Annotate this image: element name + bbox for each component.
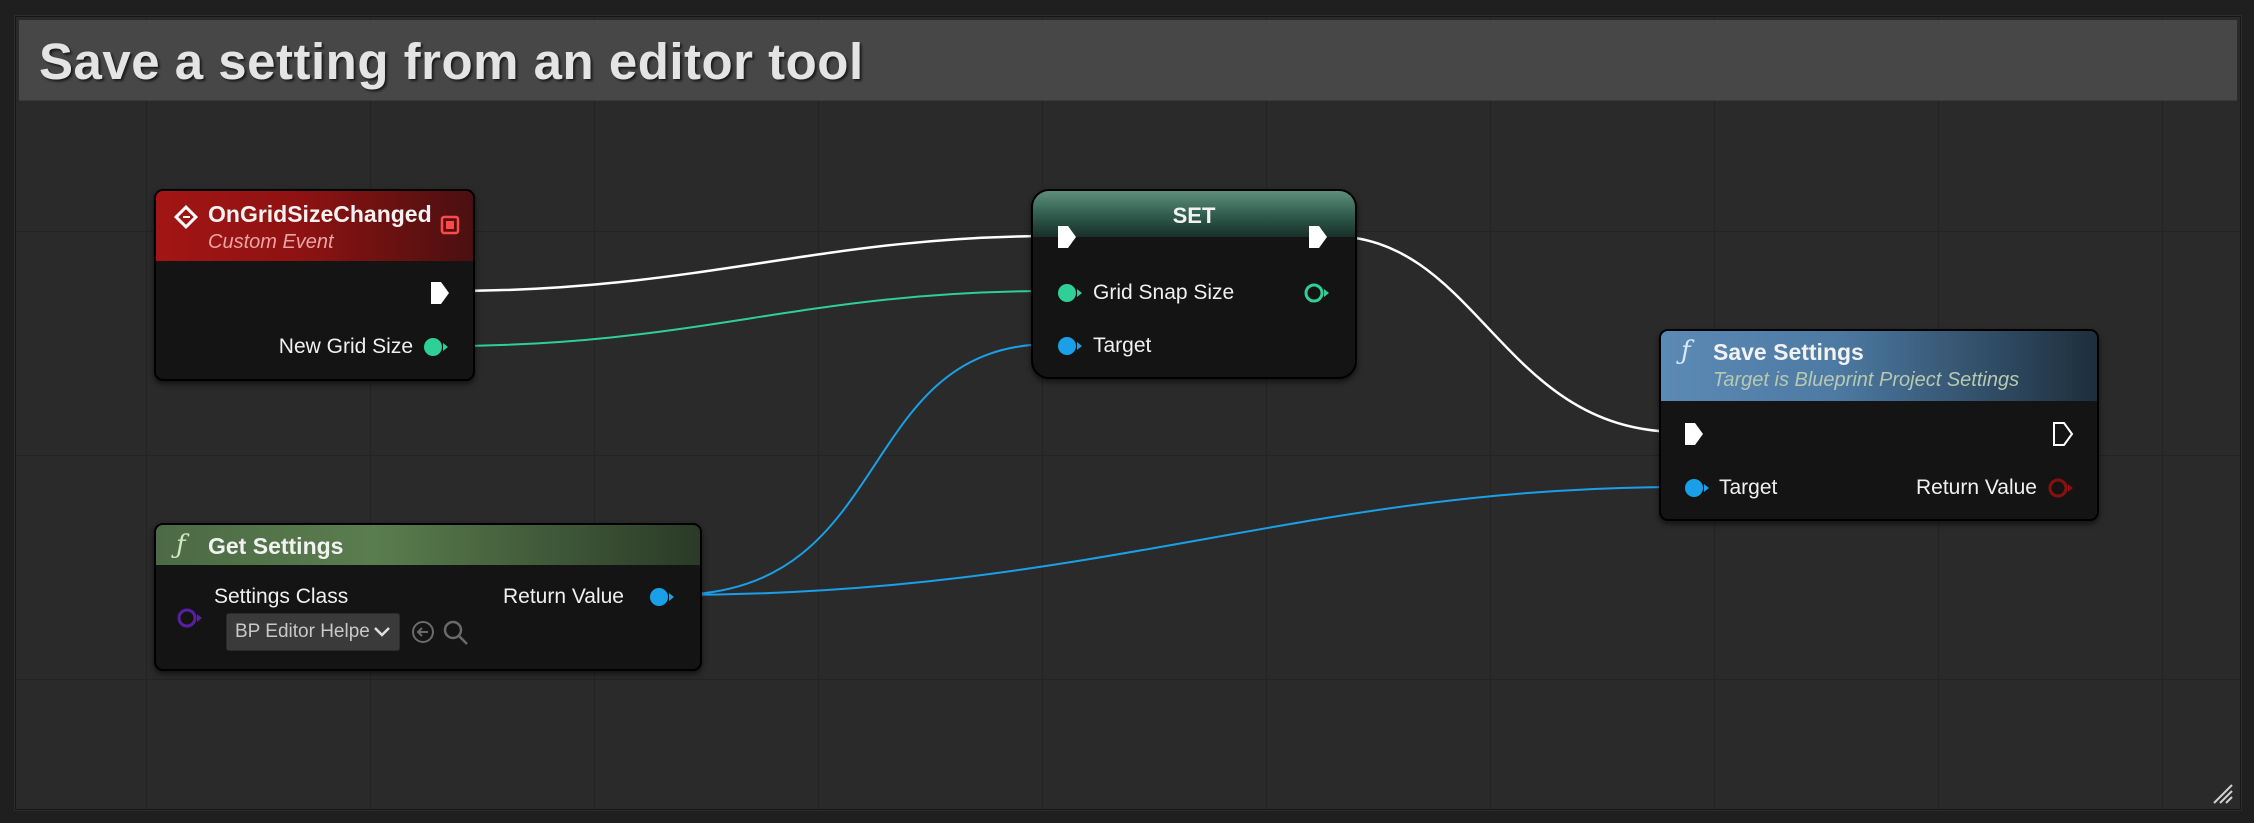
float-input-pin[interactable]: [1056, 282, 1084, 304]
node-header[interactable]: OnGridSizeChanged Custom Event: [156, 191, 473, 261]
object-wire-getsettings-to-set-target[interactable]: [671, 343, 1053, 596]
browse-arrow-icon[interactable]: [410, 619, 436, 645]
pin-label-target: Target: [1093, 334, 1152, 357]
delegate-square-icon[interactable]: [440, 215, 460, 235]
float-output-pin[interactable]: [422, 336, 450, 358]
node-subtitle: Target is Blueprint Project Settings: [1713, 369, 2020, 391]
pin-label-target: Target: [1719, 476, 1778, 499]
exec-input-pin[interactable]: [1055, 224, 1079, 250]
function-f-icon: ƒ: [1681, 336, 1691, 366]
pin-label-grid-snap-size: Grid Snap Size: [1093, 281, 1235, 304]
node-title: Save Settings: [1713, 339, 1864, 365]
pin-label-new-grid-size: New Grid Size: [278, 335, 413, 358]
custom-event-diamond-icon: [173, 204, 199, 230]
bool-output-pin[interactable]: [2047, 477, 2075, 499]
float-output-pin[interactable]: [1303, 282, 1331, 304]
pin-label-return-value: Return Value: [502, 585, 624, 608]
exec-wire-event-to-set[interactable]: [449, 234, 1053, 293]
pin-label-settings-class: Settings Class: [214, 585, 349, 608]
object-output-pin[interactable]: [648, 586, 676, 608]
node-title: Get Settings: [208, 533, 344, 559]
exec-input-pin[interactable]: [1682, 421, 1706, 447]
blueprint-graph-canvas[interactable]: Save a setting from an editor tool OnGri…: [0, 0, 2254, 823]
object-input-pin[interactable]: [1683, 477, 1711, 499]
exec-output-pin[interactable]: [2051, 421, 2075, 447]
save-settings-node[interactable]: ƒ Save Settings Target is Blueprint Proj…: [1659, 329, 2099, 521]
magnifier-icon[interactable]: [442, 619, 470, 647]
float-wire-gridsize-to-set[interactable]: [443, 290, 1053, 347]
custom-event-node[interactable]: OnGridSizeChanged Custom Event New Grid …: [154, 189, 475, 381]
pin-label-return-value: Return Value: [1915, 476, 2037, 499]
dropdown-value: BP Editor Helpe: [235, 621, 370, 642]
set-variable-node[interactable]: SET Grid Snap Size Target: [1031, 189, 1357, 379]
class-input-pin[interactable]: [176, 607, 204, 629]
node-subtitle: Custom Event: [208, 231, 334, 253]
exec-wire-set-to-save[interactable]: [1329, 234, 1681, 434]
node-header[interactable]: ƒ Get Settings: [156, 525, 700, 565]
function-f-icon: ƒ: [176, 530, 186, 560]
get-settings-node[interactable]: ƒ Get Settings Settings Class BP Editor …: [154, 523, 702, 671]
node-header[interactable]: ƒ Save Settings Target is Blueprint Proj…: [1661, 331, 2097, 401]
chevron-down-icon[interactable]: [372, 623, 392, 641]
exec-output-pin[interactable]: [428, 280, 452, 306]
object-wire-getsettings-to-save-target[interactable]: [671, 486, 1681, 596]
node-title: OnGridSizeChanged: [208, 201, 432, 227]
object-input-pin[interactable]: [1056, 335, 1084, 357]
exec-output-pin[interactable]: [1306, 224, 1330, 250]
